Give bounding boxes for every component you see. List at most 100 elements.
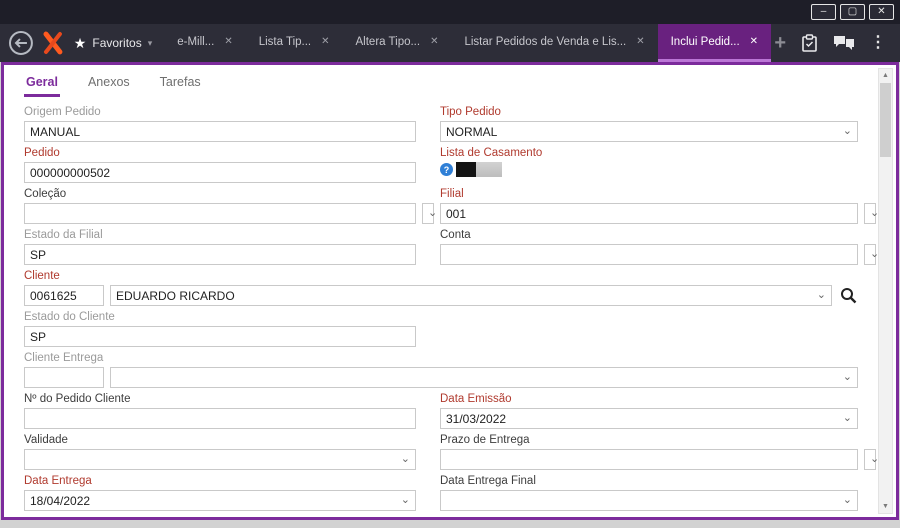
toggle-thumb <box>456 162 476 177</box>
tab-label: Altera Tipo... <box>355 35 421 48</box>
data-entrega-value: 18/04/2022 <box>30 493 91 508</box>
close-window-button[interactable]: ✕ <box>869 4 894 20</box>
chevron-down-icon: ⌄ <box>842 412 852 424</box>
estado-filial-input[interactable] <box>24 244 416 265</box>
tab-e-mill[interactable]: e-Mill... ✕ <box>164 24 245 62</box>
chevron-down-icon: ⌄ <box>428 207 438 219</box>
field-data-entrega: Data Entrega 18/04/2022 ⌄ <box>24 475 416 511</box>
field-validade: Validade ⌄ <box>24 434 416 470</box>
scrollbar-thumb[interactable] <box>880 83 891 157</box>
data-entrega-final-select[interactable]: ⌄ <box>440 490 858 511</box>
cliente-entrega-code-input[interactable] <box>24 367 104 388</box>
data-emissao-label: Data Emissão <box>440 393 512 405</box>
tab-label: e-Mill... <box>177 35 215 48</box>
new-tab-button[interactable]: + <box>774 33 786 53</box>
navbar: ★ Favoritos ▾ e-Mill... ✕ Lista Tip... ✕… <box>0 24 900 62</box>
cliente-code-input[interactable] <box>24 285 104 306</box>
chevron-down-icon: ⌄ <box>842 125 852 137</box>
close-icon[interactable]: ✕ <box>750 36 758 47</box>
field-filial: Filial FILIAL PADRÃO ⌄ <box>440 188 879 224</box>
conta-code-input[interactable] <box>440 244 858 265</box>
search-icon[interactable] <box>838 286 858 306</box>
field-lista-casamento: Lista de Casamento ? <box>440 147 858 183</box>
cliente-entrega-select[interactable]: ⌄ <box>110 367 858 388</box>
validade-label: Validade <box>24 434 68 446</box>
scroll-up-icon[interactable]: ▲ <box>879 69 892 82</box>
caret-down-icon: ▾ <box>147 37 153 48</box>
clipboard-icon[interactable] <box>801 33 818 53</box>
prazo-entrega-label: Prazo de Entrega <box>440 434 530 446</box>
tab-altera-tipo[interactable]: Altera Tipo... ✕ <box>343 24 452 62</box>
estado-filial-label: Estado da Filial <box>24 229 103 241</box>
chevron-down-icon: ⌄ <box>400 453 410 465</box>
data-entrega-final-label: Data Entrega Final <box>440 475 536 487</box>
chevron-down-icon: ⌄ <box>842 371 852 383</box>
data-emissao-select[interactable]: 31/03/2022 ⌄ <box>440 408 858 429</box>
conta-select[interactable]: ⌄ <box>864 244 879 265</box>
form-area: Geral Anexos Tarefas Origem Pedido Tipo … <box>4 65 896 517</box>
origem-pedido-input[interactable] <box>24 121 416 142</box>
tipo-pedido-select[interactable]: NORMAL ⌄ <box>440 121 858 142</box>
field-cliente-entrega: Cliente Entrega ⌄ <box>24 352 858 388</box>
tab-tarefas[interactable]: Tarefas <box>158 71 203 97</box>
tab-lista-tip[interactable]: Lista Tip... ✕ <box>246 24 343 62</box>
field-origem-pedido: Origem Pedido <box>24 106 416 142</box>
tipo-pedido-value: NORMAL <box>446 124 498 139</box>
tab-anexos[interactable]: Anexos <box>86 71 132 97</box>
info-icon[interactable]: ? <box>440 163 453 176</box>
tab-label: Listar Pedidos de Venda e Lis... <box>464 35 627 48</box>
maximize-button[interactable]: ▢ <box>840 4 865 20</box>
tab-listar-pedidos[interactable]: Listar Pedidos de Venda e Lis... ✕ <box>451 24 657 62</box>
main-panel: Geral Anexos Tarefas Origem Pedido Tipo … <box>1 62 899 520</box>
titlebar: – ▢ ✕ <box>0 0 900 24</box>
close-icon[interactable]: ✕ <box>636 36 644 47</box>
prazo-entrega-select[interactable]: ⌄ <box>864 449 879 470</box>
lista-casamento-toggle[interactable] <box>456 162 502 177</box>
validade-select[interactable]: ⌄ <box>24 449 416 470</box>
brand-logo-icon <box>43 31 63 55</box>
chevron-down-icon: ⌄ <box>842 494 852 506</box>
vertical-scrollbar[interactable]: ▲ ▼ <box>878 68 893 514</box>
filial-select[interactable]: FILIAL PADRÃO ⌄ <box>864 203 879 224</box>
colecao-label: Coleção <box>24 188 67 200</box>
estado-cliente-label: Estado do Cliente <box>24 311 115 323</box>
close-icon[interactable]: ✕ <box>321 36 329 47</box>
field-estado-filial: Estado da Filial <box>24 229 416 265</box>
app-window: – ▢ ✕ ★ Favoritos ▾ e-Mill... ✕ Lista Ti… <box>0 0 900 520</box>
close-icon[interactable]: ✕ <box>224 36 232 47</box>
prazo-entrega-code-input[interactable] <box>440 449 858 470</box>
estado-cliente-input[interactable] <box>24 326 416 347</box>
filial-code-input[interactable] <box>440 203 858 224</box>
back-icon[interactable] <box>8 30 34 56</box>
cliente-entrega-label: Cliente Entrega <box>24 352 104 364</box>
menu-dots-icon[interactable]: ⋮ <box>870 35 886 51</box>
data-entrega-select[interactable]: 18/04/2022 ⌄ <box>24 490 416 511</box>
chat-icon[interactable] <box>833 34 855 52</box>
open-routine-tabs: e-Mill... ✕ Lista Tip... ✕ Altera Tipo..… <box>164 24 772 62</box>
tab-inclui-pedido[interactable]: Inclui Pedid... ✕ <box>657 24 772 62</box>
scroll-down-icon[interactable]: ▼ <box>879 500 892 513</box>
cliente-select[interactable]: EDUARDO RICARDO ⌄ <box>110 285 832 306</box>
num-pedido-cliente-input[interactable] <box>24 408 416 429</box>
favorites-label: Favoritos <box>92 36 142 50</box>
field-cliente: Cliente EDUARDO RICARDO ⌄ <box>24 270 858 306</box>
cliente-value: EDUARDO RICARDO <box>116 288 235 303</box>
close-icon[interactable]: ✕ <box>430 36 438 47</box>
field-estado-cliente: Estado do Cliente <box>24 311 416 347</box>
field-prazo-entrega: Prazo de Entrega ⌄ <box>440 434 879 470</box>
tab-label: Lista Tip... <box>258 35 312 48</box>
field-num-pedido-cliente: Nº do Pedido Cliente <box>24 393 416 429</box>
field-data-entrega-final: Data Entrega Final ⌄ <box>440 475 858 511</box>
order-form: Origem Pedido Tipo Pedido NORMAL ⌄ Pedid… <box>24 106 879 511</box>
navbar-actions: + ⋮ <box>768 24 892 62</box>
pedido-label: Pedido <box>24 147 60 159</box>
pedido-input[interactable] <box>24 162 416 183</box>
minimize-button[interactable]: – <box>811 4 836 20</box>
colecao-code-input[interactable] <box>24 203 416 224</box>
tab-geral[interactable]: Geral <box>24 71 60 97</box>
data-emissao-value: 31/03/2022 <box>446 411 507 426</box>
favorites-menu[interactable]: ★ Favoritos ▾ <box>74 35 152 52</box>
field-tipo-pedido: Tipo Pedido NORMAL ⌄ <box>440 106 858 142</box>
field-colecao: Coleção ⌄ <box>24 188 437 224</box>
colecao-select[interactable]: ⌄ <box>422 203 438 224</box>
